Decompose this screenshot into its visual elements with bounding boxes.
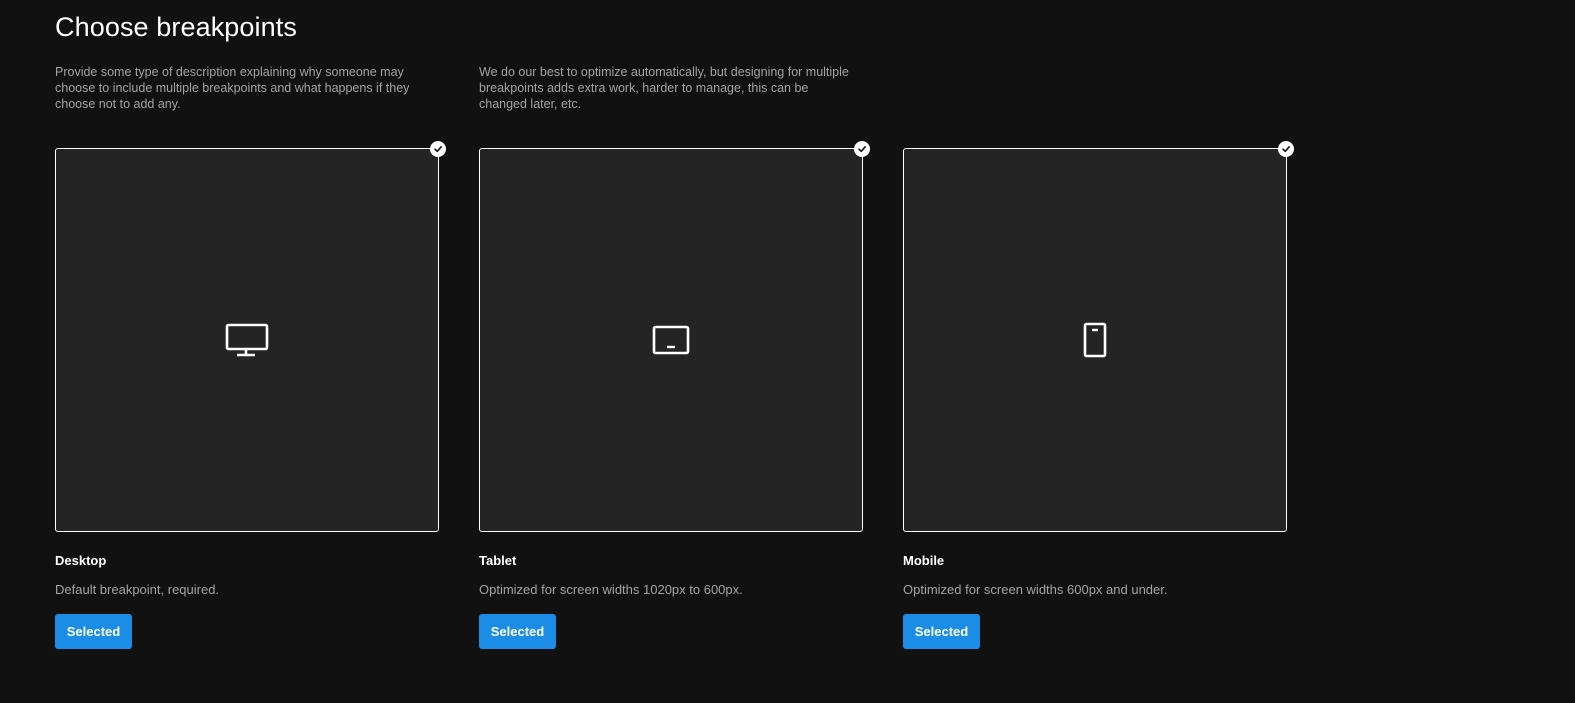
card-description: Optimized for screen widths 1020px to 60… xyxy=(479,582,743,597)
checkmark-icon xyxy=(854,141,870,157)
tablet-preview-tile[interactable] xyxy=(479,141,870,532)
mobile-selected-button[interactable]: Selected xyxy=(903,614,980,649)
desktop-selected-button[interactable]: Selected xyxy=(55,614,132,649)
card-description: Default breakpoint, required. xyxy=(55,582,220,597)
tablet-selected-button[interactable]: Selected xyxy=(479,614,556,649)
breakpoint-card-tablet: Tablet Optimized for screen widths 1020p… xyxy=(479,141,870,649)
page-title: Choose breakpoints xyxy=(55,12,297,42)
mobile-preview-tile[interactable] xyxy=(903,141,1294,532)
tablet-icon xyxy=(652,325,690,355)
card-title: Desktop xyxy=(55,553,107,568)
optimization-description: We do our best to optimize automatically… xyxy=(479,65,849,111)
breakpoint-card-desktop: Desktop Default breakpoint, required. Se… xyxy=(55,141,446,649)
mobile-icon xyxy=(1083,322,1107,358)
card-description: Optimized for screen widths 600px and un… xyxy=(903,582,1168,597)
breakpoint-card-mobile: Mobile Optimized for screen widths 600px… xyxy=(903,141,1294,649)
desktop-preview-tile[interactable] xyxy=(55,141,446,532)
intro-description: Provide some type of description explain… xyxy=(55,65,410,111)
card-title: Tablet xyxy=(479,553,517,568)
checkmark-icon xyxy=(1278,141,1294,157)
desktop-icon xyxy=(225,323,269,357)
card-title: Mobile xyxy=(903,553,945,568)
checkmark-icon xyxy=(430,141,446,157)
breakpoints-page: Choose breakpoints Provide some type of … xyxy=(0,0,1575,703)
